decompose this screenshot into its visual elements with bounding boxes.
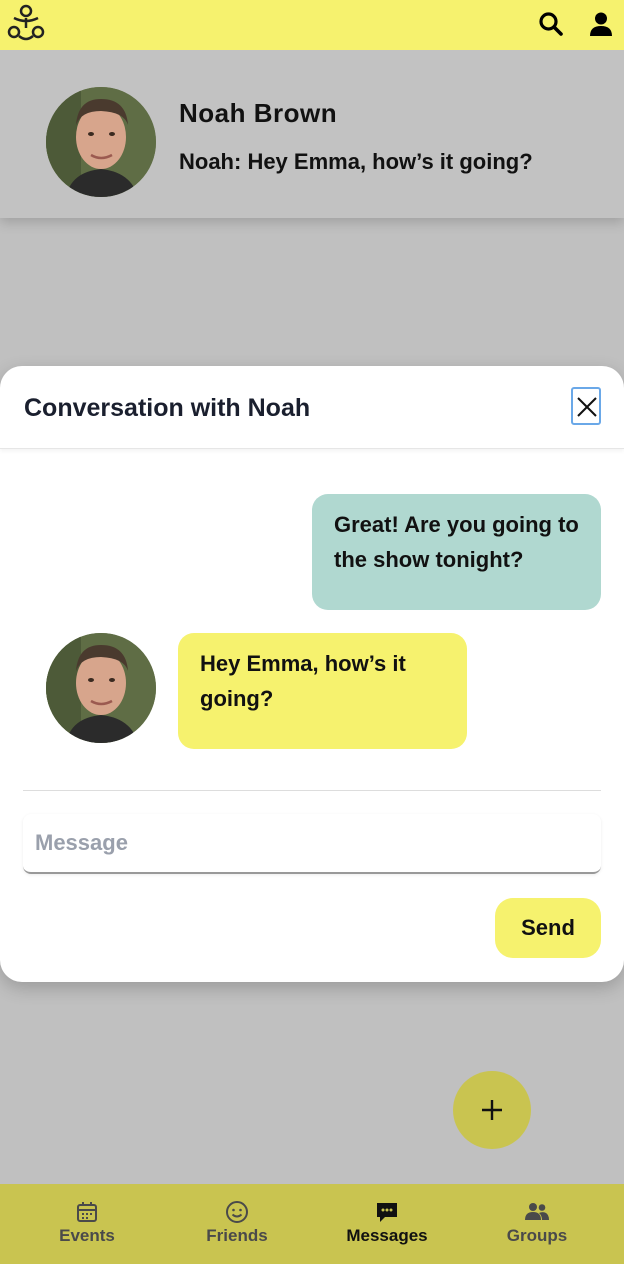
nav-item-friends[interactable]: Friends — [159, 1184, 315, 1264]
top-bar — [0, 0, 624, 50]
group-icon — [525, 1203, 549, 1220]
message-input[interactable] — [23, 814, 601, 874]
plus-icon — [482, 1100, 502, 1120]
nav-label: Groups — [506, 1226, 568, 1245]
modal-title: Conversation with Noah — [24, 394, 311, 422]
nav-label: Messages — [346, 1226, 428, 1245]
smiley-icon — [226, 1201, 248, 1223]
outgoing-message-bubble: Great! Are you going to the show tonight… — [312, 494, 601, 610]
new-message-button[interactable] — [453, 1071, 531, 1149]
conversation-modal: Conversation with Noah Great! Are you go… — [0, 366, 624, 982]
chat-icon — [377, 1203, 397, 1222]
avatar — [46, 87, 156, 197]
send-button[interactable]: Send — [495, 898, 601, 958]
user-icon[interactable] — [588, 11, 614, 37]
incoming-message-bubble: Hey Emma, how’s it going? — [178, 633, 467, 749]
nav-item-events[interactable]: Events — [9, 1184, 165, 1264]
bottom-nav: Events Friends Messages Groups — [0, 1184, 624, 1264]
nav-label: Events — [59, 1226, 115, 1245]
nav-label: Friends — [206, 1226, 268, 1245]
nav-item-messages[interactable]: Messages — [309, 1184, 465, 1264]
people-circle-logo-icon[interactable] — [6, 4, 46, 46]
close-icon — [577, 397, 597, 417]
calendar-icon — [77, 1202, 97, 1222]
message-preview: Noah: Hey Emma, how’s it going? — [179, 149, 533, 174]
divider — [23, 790, 601, 791]
contact-name: Noah Brown — [179, 98, 338, 128]
close-button[interactable] — [571, 387, 601, 425]
nav-item-groups[interactable]: Groups — [459, 1184, 615, 1264]
search-icon[interactable] — [538, 11, 564, 37]
modal-header: Conversation with Noah — [0, 366, 624, 449]
avatar — [46, 633, 156, 743]
